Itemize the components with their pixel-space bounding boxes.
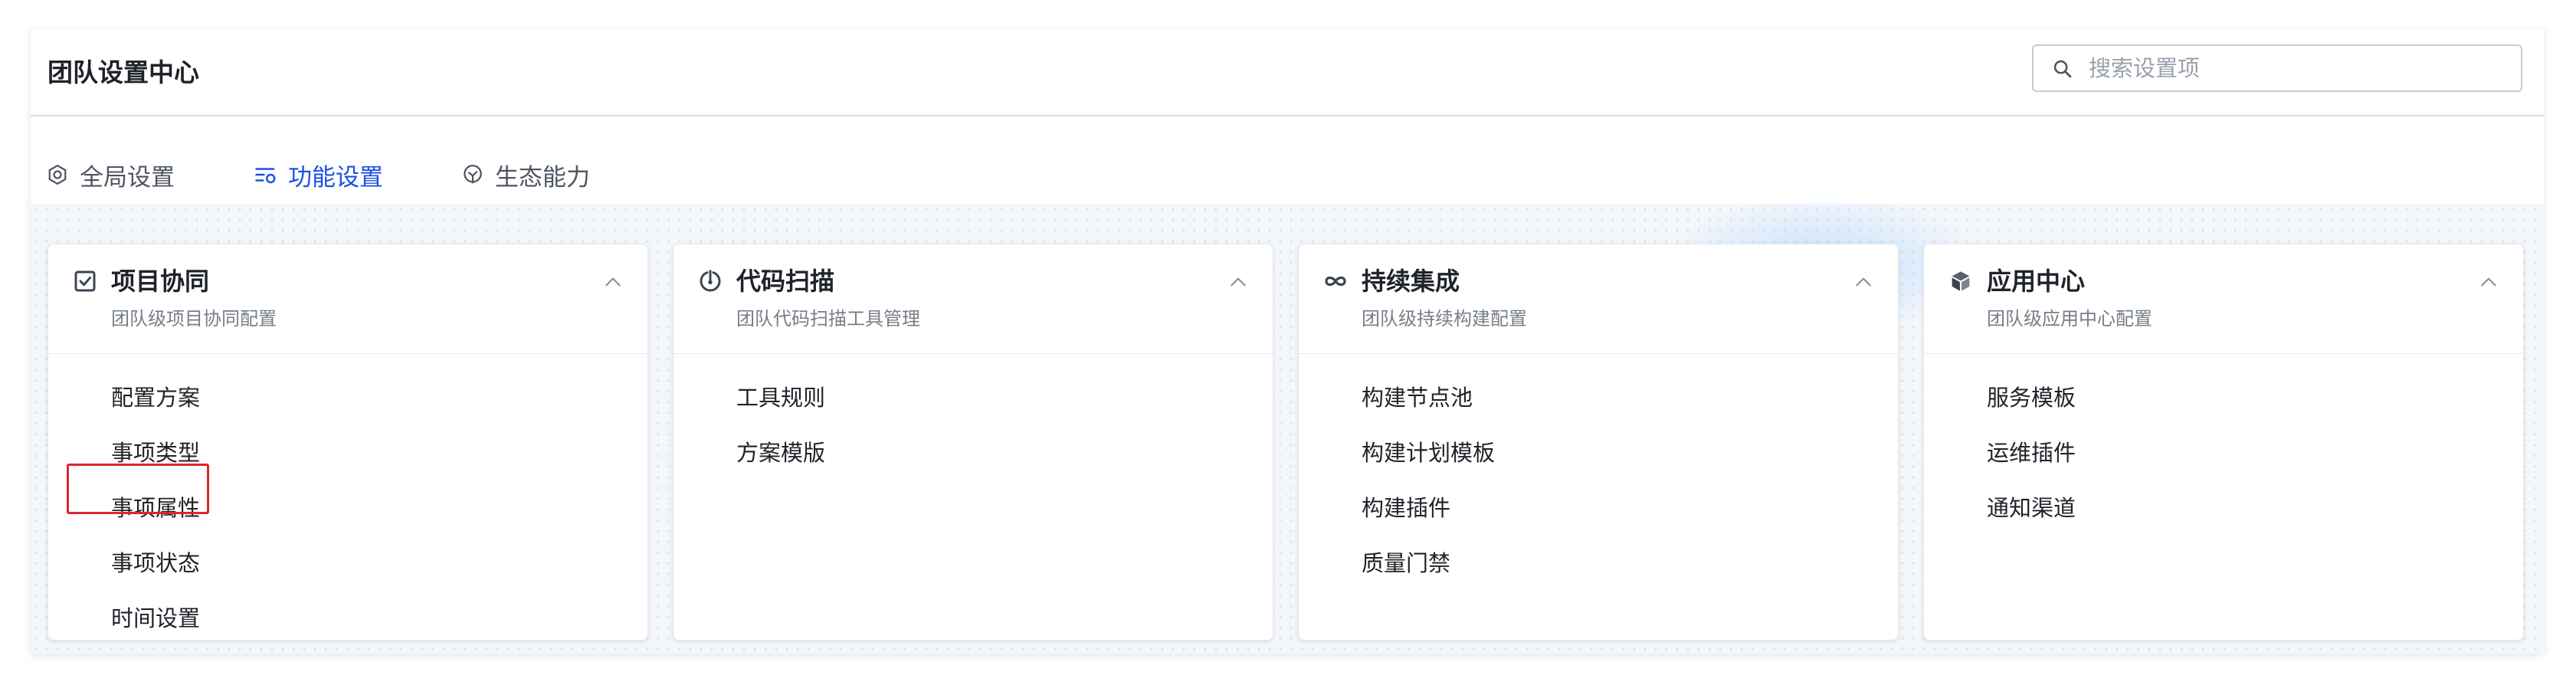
chevron-up-icon[interactable] bbox=[1228, 272, 1248, 292]
card-continuous-integration: 持续集成 团队级持续构建配置 构建节点池 构建计划模板 构建插件 质量门禁 bbox=[1298, 244, 1899, 641]
menu-item-item-attributes[interactable]: 事项属性 bbox=[111, 493, 200, 523]
menu-item-notification-channels[interactable]: 通知渠道 bbox=[1987, 493, 2076, 523]
menu-item-ops-plugins[interactable]: 运维插件 bbox=[1987, 438, 2076, 468]
settings-window: 团队设置中心 搜索设置项 全局设置 功能设置 生态能力 项目协同 团队级项目协同… bbox=[31, 29, 2544, 654]
package-icon bbox=[1952, 271, 1970, 291]
menu-item-build-plan-templates[interactable]: 构建计划模板 bbox=[1362, 438, 1495, 468]
card-subtitle: 团队代码扫描工具管理 bbox=[736, 308, 920, 329]
menu-item-item-types[interactable]: 事项类型 bbox=[111, 438, 200, 468]
menu-item-quality-gates[interactable]: 质量门禁 bbox=[1362, 548, 1450, 578]
card-title: 项目协同 bbox=[111, 267, 210, 296]
card-project-collaboration: 项目协同 团队级项目协同配置 配置方案 事项类型 事项属性 事项状态 时间设置 bbox=[48, 244, 648, 641]
checklist-icon bbox=[74, 270, 96, 292]
card-title: 应用中心 bbox=[1987, 267, 2086, 296]
gear-icon bbox=[48, 164, 67, 185]
chevron-up-icon[interactable] bbox=[2479, 272, 2499, 292]
settings-content: 项目协同 团队级项目协同配置 配置方案 事项类型 事项属性 事项状态 时间设置 bbox=[31, 196, 2544, 654]
header: 团队设置中心 搜索设置项 bbox=[31, 29, 2544, 116]
search-icon bbox=[2053, 60, 2072, 78]
feature-list-icon bbox=[255, 168, 276, 184]
tab-label: 全局设置 bbox=[80, 163, 175, 192]
menu-item-item-status[interactable]: 事项状态 bbox=[111, 548, 200, 578]
card-subtitle: 团队级持续构建配置 bbox=[1362, 308, 1527, 329]
card-app-center: 应用中心 团队级应用中心配置 服务模板 运维插件 通知渠道 bbox=[1923, 244, 2524, 641]
card-subtitle: 团队级应用中心配置 bbox=[1987, 308, 2152, 329]
tab-label: 功能设置 bbox=[288, 163, 383, 192]
search-input[interactable]: 搜索设置项 bbox=[2032, 44, 2522, 92]
menu-item-config-scheme[interactable]: 配置方案 bbox=[111, 382, 200, 413]
card-title: 代码扫描 bbox=[736, 267, 835, 296]
chevron-up-icon[interactable] bbox=[603, 272, 623, 292]
card-header[interactable]: 代码扫描 团队代码扫描工具管理 bbox=[673, 244, 1273, 354]
card-subtitle: 团队级项目协同配置 bbox=[111, 308, 277, 329]
menu-item-time-settings[interactable]: 时间设置 bbox=[111, 603, 200, 634]
page-title: 团队设置中心 bbox=[48, 57, 199, 87]
menu-item-build-plugins[interactable]: 构建插件 bbox=[1362, 493, 1450, 523]
card-header[interactable]: 项目协同 团队级项目协同配置 bbox=[48, 244, 647, 354]
card-header[interactable]: 应用中心 团队级应用中心配置 bbox=[1924, 244, 2523, 354]
card-code-scan: 代码扫描 团队代码扫描工具管理 工具规则 方案模版 bbox=[673, 244, 1273, 641]
scan-icon bbox=[700, 270, 721, 292]
search-placeholder: 搜索设置项 bbox=[2089, 55, 2201, 81]
tab-label: 生态能力 bbox=[495, 163, 590, 192]
menu-item-build-node-pool[interactable]: 构建节点池 bbox=[1362, 382, 1473, 413]
menu-item-scheme-templates[interactable]: 方案模版 bbox=[736, 438, 825, 468]
menu-item-service-templates[interactable]: 服务模板 bbox=[1987, 382, 2076, 413]
ecosystem-icon bbox=[464, 165, 482, 184]
menu-item-tool-rules[interactable]: 工具规则 bbox=[736, 382, 825, 413]
card-title: 持续集成 bbox=[1362, 267, 1460, 296]
chevron-up-icon[interactable] bbox=[1853, 272, 1873, 292]
card-header[interactable]: 持续集成 团队级持续构建配置 bbox=[1299, 244, 1898, 354]
infinity-icon bbox=[1325, 276, 1346, 287]
